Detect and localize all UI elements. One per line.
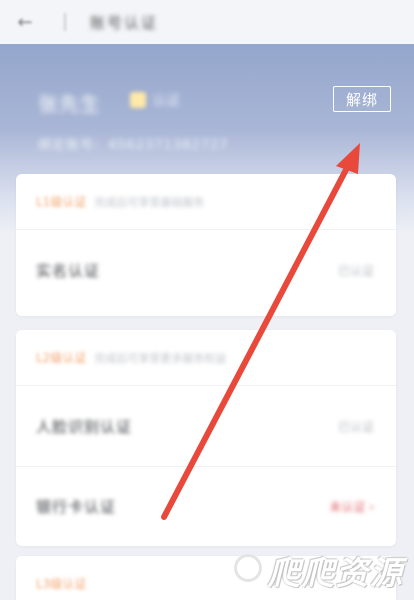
list-item-face-recognition[interactable]: 人脸识别认证 已认证 <box>16 386 396 466</box>
level-description: 完成后可享受基础服务 <box>94 195 205 209</box>
watermark-text: 爬爬资源 <box>267 554 404 592</box>
level-description: 完成后可享受更多服务权益 <box>94 351 227 365</box>
watermark: 爬爬资源 <box>233 548 404 594</box>
l1-certification-card: L1级认证 完成后可享受基础服务 实名认证 已认证 <box>16 174 396 316</box>
status-badge: 已认证 <box>337 263 374 278</box>
top-navigation-bar: ← 账号认证 <box>0 0 414 44</box>
level-label: L3级认证 <box>36 577 87 591</box>
status-badge: 未认证 › <box>329 500 374 514</box>
page-title: 账号认证 <box>90 13 159 32</box>
verified-badge-text: 认证 <box>152 93 180 109</box>
list-item-bank-card[interactable]: 银行卡认证 未认证 › <box>16 466 396 546</box>
bound-account-number: 绑定账号：4562371382727 <box>38 138 229 153</box>
row-label: 银行卡认证 <box>36 498 117 516</box>
level-label: L2级认证 <box>36 351 87 365</box>
level-label: L1级认证 <box>36 195 87 209</box>
back-arrow-icon[interactable]: ← <box>14 11 36 33</box>
l2-certification-card: L2级认证 完成后可享受更多服务权益 人脸识别认证 已认证 银行卡认证 未认证 … <box>16 330 396 546</box>
list-item-real-name[interactable]: 实名认证 已认证 <box>16 230 396 310</box>
verified-badge-icon <box>130 92 146 108</box>
nav-divider <box>64 13 66 31</box>
row-label: 人脸识别认证 <box>36 417 133 436</box>
account-name: 张先生 <box>38 92 101 116</box>
unbind-button[interactable]: 解绑 <box>333 86 391 112</box>
card-header: L2级认证 完成后可享受更多服务权益 <box>16 330 396 386</box>
status-badge: 已认证 <box>337 419 374 434</box>
row-label: 实名认证 <box>36 261 101 280</box>
card-header: L1级认证 完成后可享受基础服务 <box>16 174 396 230</box>
watermark-logo-icon <box>233 554 262 582</box>
